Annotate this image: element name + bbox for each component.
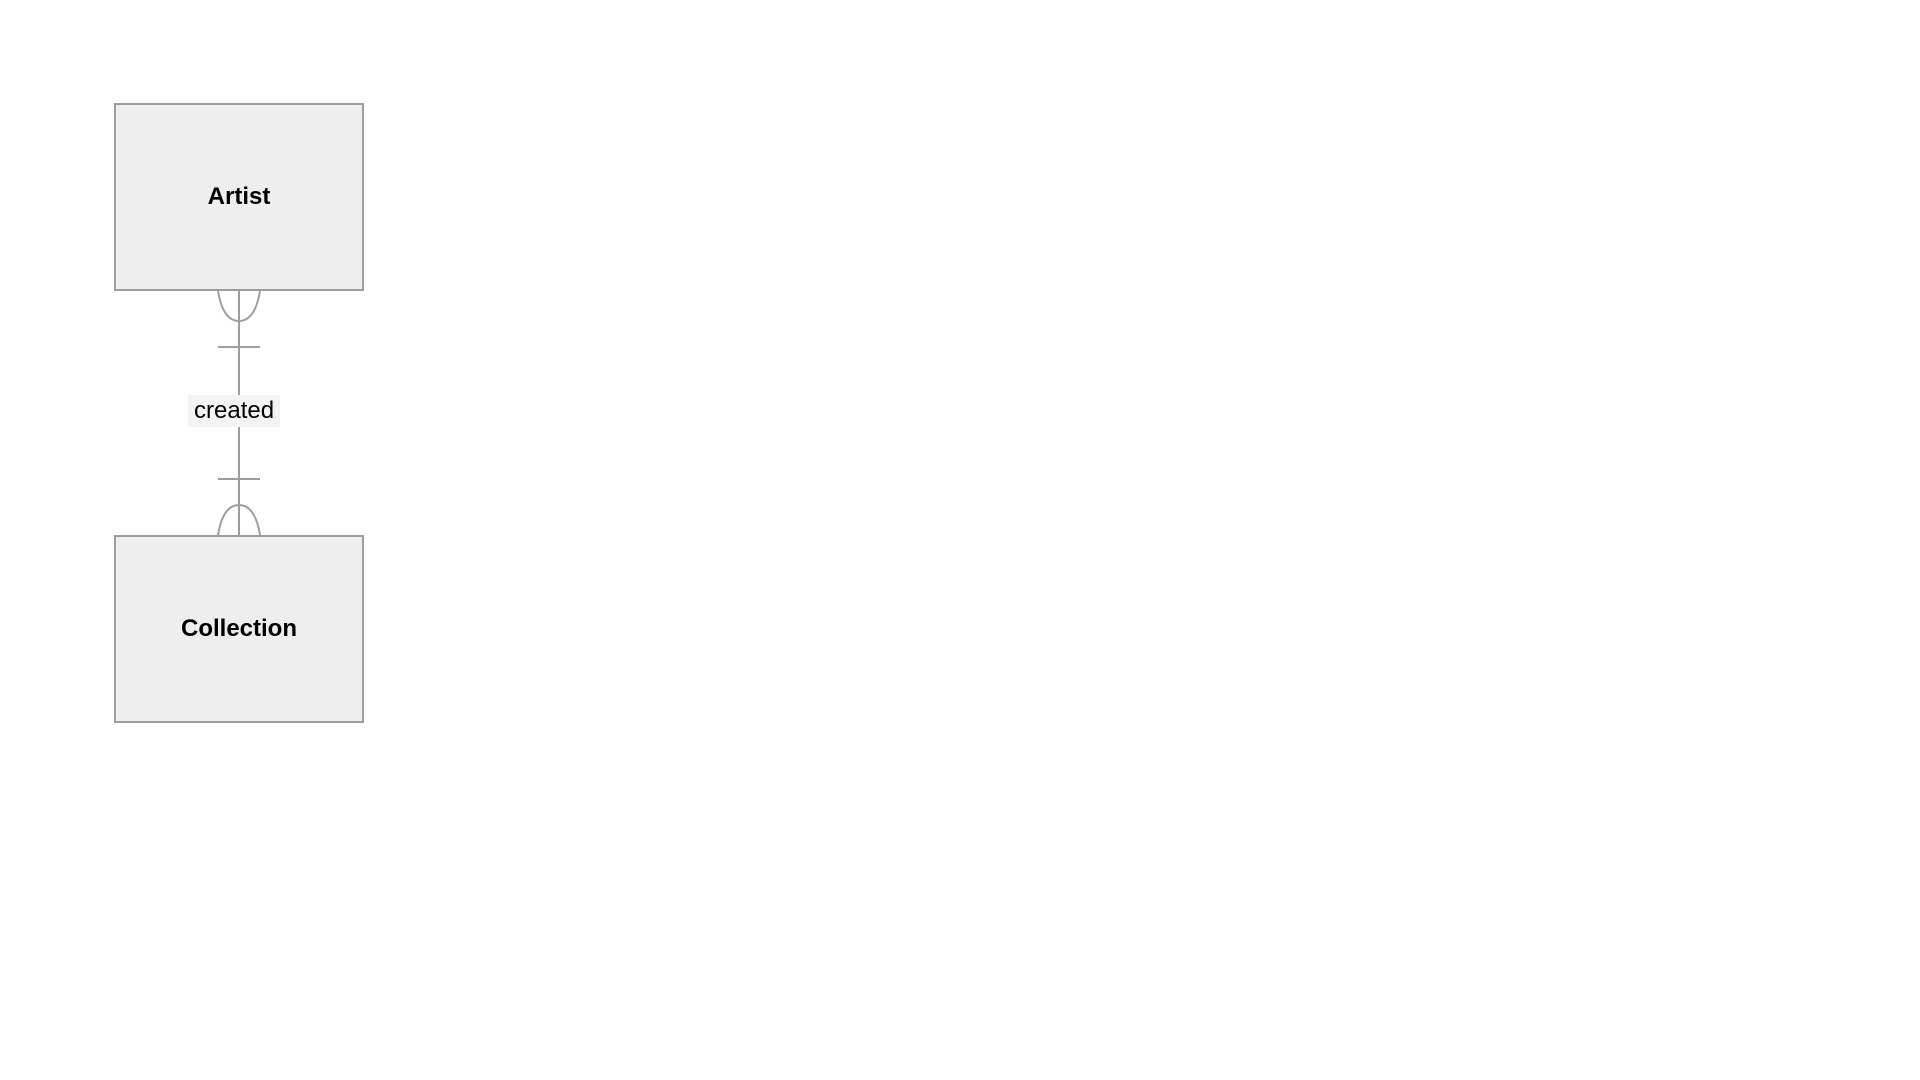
er-diagram-canvas: Artist Collection created bbox=[0, 0, 1920, 1080]
relationship-label-created: created bbox=[188, 395, 280, 427]
entity-collection: Collection bbox=[114, 535, 364, 723]
entity-artist: Artist bbox=[114, 103, 364, 291]
entity-artist-title: Artist bbox=[208, 183, 271, 211]
entity-collection-title: Collection bbox=[181, 615, 297, 643]
